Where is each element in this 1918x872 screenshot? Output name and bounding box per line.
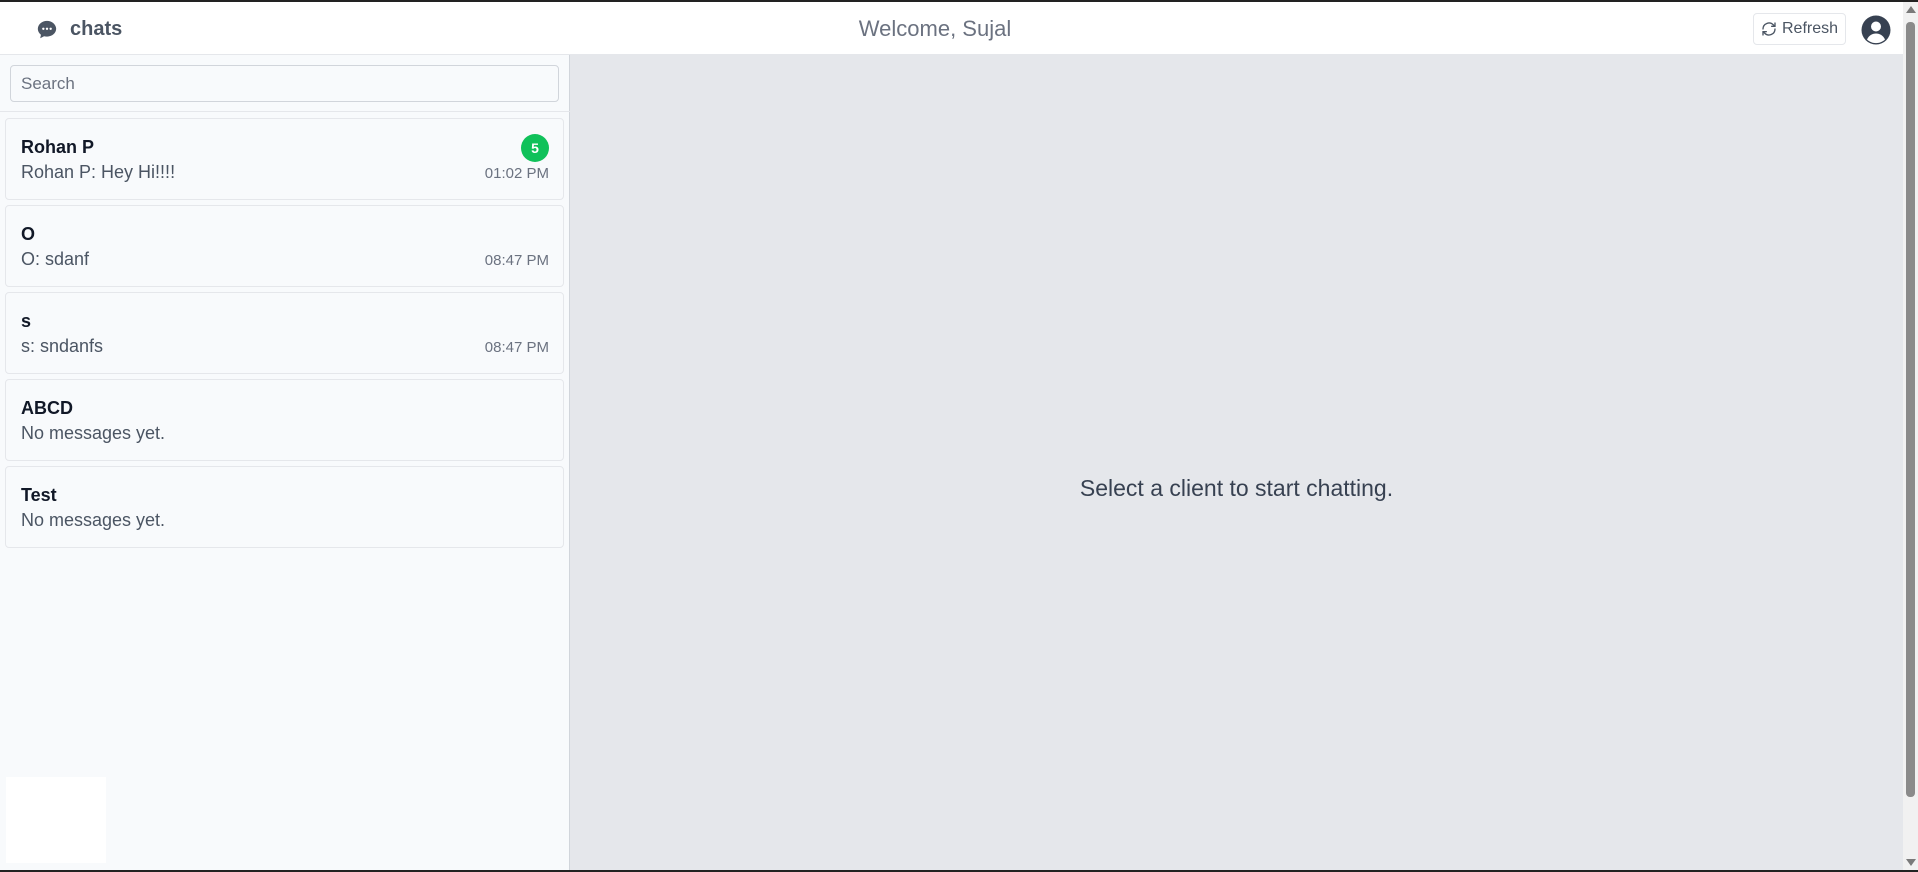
search-input[interactable] (10, 65, 559, 102)
search-divider (0, 111, 570, 112)
chat-list: Rohan P 5 Rohan P: Hey Hi!!!! 01:02 PM O… (5, 118, 564, 553)
chat-name: O (21, 224, 36, 244)
chat-item-o[interactable]: O O: sdanf 08:47 PM (5, 205, 564, 287)
chat-name: Test (21, 485, 57, 505)
chat-preview: O: sdanf (21, 249, 90, 269)
conversation-pane: Select a client to start chatting. (570, 55, 1903, 870)
chat-name: ABCD (21, 398, 73, 418)
chat-time: 08:47 PM (484, 339, 549, 356)
user-avatar-icon[interactable] (1861, 15, 1891, 45)
empty-state-message: Select a client to start chatting. (1079, 475, 1394, 501)
blank-panel (6, 777, 106, 863)
unread-badge: 5 (521, 134, 549, 162)
chat-name: Rohan P (21, 137, 95, 157)
search-box (10, 65, 559, 102)
chat-time: 01:02 PM (484, 165, 549, 182)
chat-preview: No messages yet. (21, 423, 166, 443)
chat-preview: s: sndanfs (21, 336, 104, 356)
chat-preview: Rohan P: Hey Hi!!!! (21, 162, 176, 182)
page-scrollbar[interactable] (1903, 2, 1918, 870)
welcome-message: Welcome, Sujal (858, 16, 1012, 41)
chat-item-test[interactable]: Test No messages yet. (5, 466, 564, 548)
refresh-button[interactable]: Refresh (1753, 13, 1846, 45)
top-bar: chats Welcome, Sujal Refresh (0, 2, 1903, 55)
refresh-label: Refresh (1781, 20, 1839, 37)
chat-sidebar: Rohan P 5 Rohan P: Hey Hi!!!! 01:02 PM O… (0, 55, 570, 870)
chat-name: s (21, 311, 32, 331)
chat-item-rohan-p[interactable]: Rohan P 5 Rohan P: Hey Hi!!!! 01:02 PM (5, 118, 564, 200)
chat-preview: No messages yet. (21, 510, 166, 530)
chat-item-s[interactable]: s s: sndanfs 08:47 PM (5, 292, 564, 374)
chat-time: 08:47 PM (484, 252, 549, 269)
scroll-up-arrow-icon[interactable] (1906, 6, 1916, 13)
scroll-down-arrow-icon[interactable] (1906, 859, 1916, 866)
chat-item-abcd[interactable]: ABCD No messages yet. (5, 379, 564, 461)
refresh-icon (1762, 22, 1776, 36)
scrollbar-thumb[interactable] (1906, 22, 1915, 797)
